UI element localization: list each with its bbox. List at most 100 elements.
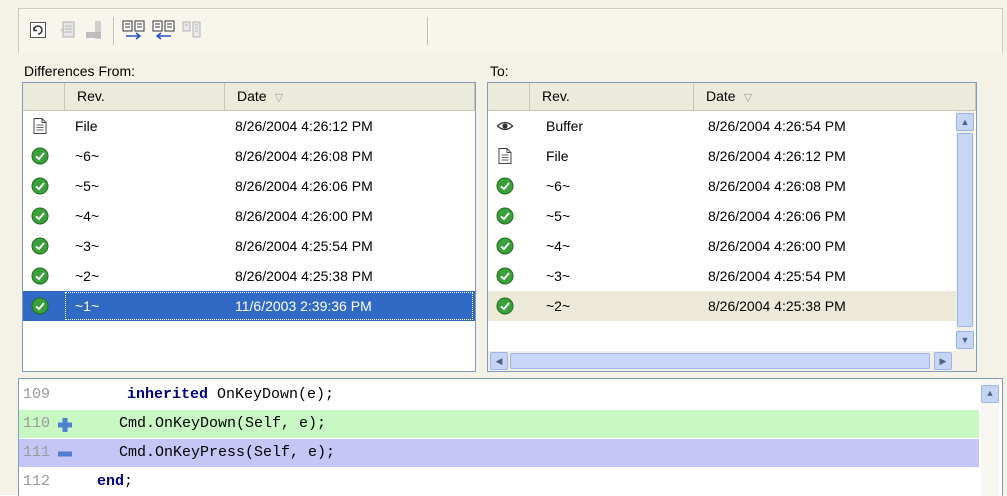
sort-descending-icon: ▽: [743, 92, 753, 104]
rev-column-header[interactable]: Rev.: [530, 83, 694, 110]
revision-row[interactable]: ~5~ 8/26/2004 4:26:06 PM: [23, 171, 475, 201]
revision-row[interactable]: ~4~ 8/26/2004 4:26:00 PM: [488, 231, 956, 261]
revision-row[interactable]: File 8/26/2004 4:26:12 PM: [488, 141, 956, 171]
code-rest: Cmd.OnKeyPress(Self, e);: [119, 444, 336, 461]
revision-icon: [31, 207, 49, 225]
revision-icon: [31, 177, 49, 195]
revision-row[interactable]: ~6~ 8/26/2004 4:26:08 PM: [23, 141, 475, 171]
checkin-button[interactable]: [81, 17, 107, 43]
vertical-scrollbar[interactable]: ▲ ▼: [956, 111, 974, 351]
revision-icon: [496, 237, 514, 255]
merge-button[interactable]: [179, 17, 205, 43]
line-number: 110: [23, 415, 51, 432]
scroll-thumb[interactable]: [957, 133, 973, 327]
revert-icon: [60, 21, 75, 38]
pane-gutter: [978, 82, 1000, 370]
toolbar: [18, 8, 1003, 53]
revision-name: ~4~: [75, 208, 100, 224]
revision-row[interactable]: ~1~ 11/6/2003 2:39:36 PM: [23, 291, 475, 321]
revision-icon: [31, 147, 49, 165]
sort-descending-icon: ▽: [274, 92, 284, 104]
refresh-button[interactable]: [25, 17, 51, 43]
revision-icon: [496, 177, 514, 195]
code-rest: Cmd.OnKeyDown(Self, e);: [119, 415, 327, 432]
icon-column-header[interactable]: [488, 83, 530, 110]
code-text: end;: [97, 468, 133, 496]
revision-name: ~6~: [75, 148, 100, 164]
added-code-line[interactable]: 110 Cmd.OnKeyDown(Self, e);: [19, 410, 979, 438]
scroll-thumb[interactable]: [510, 353, 930, 369]
revision-row[interactable]: Buffer 8/26/2004 4:26:54 PM: [488, 111, 956, 141]
focus-rectangle: [65, 292, 473, 320]
revision-icon: [496, 297, 514, 315]
date-column-label: Date: [706, 88, 736, 104]
toolbar-separator: [113, 17, 115, 45]
revision-name: ~3~: [75, 238, 100, 254]
line-number: 109: [23, 386, 51, 403]
revision-row[interactable]: ~6~ 8/26/2004 4:26:08 PM: [488, 171, 956, 201]
code-vertical-scrollbar[interactable]: ▲: [981, 379, 999, 496]
revision-date: 8/26/2004 4:26:54 PM: [708, 118, 846, 134]
differences-from-label: Differences From:: [24, 63, 135, 79]
revision-date: 8/26/2004 4:26:06 PM: [708, 208, 846, 224]
horizontal-scrollbar[interactable]: ◀ ▶: [488, 351, 976, 371]
code-text: Cmd.OnKeyDown(Self, e);: [119, 410, 326, 438]
revision-date: 8/26/2004 4:26:08 PM: [708, 178, 846, 194]
date-column-header[interactable]: Date ▽: [694, 83, 976, 110]
date-column-label: Date: [237, 88, 267, 104]
revision-date: 8/26/2004 4:26:08 PM: [235, 148, 373, 164]
revision-icon: [31, 297, 49, 315]
revision-date: 8/26/2004 4:26:06 PM: [235, 178, 373, 194]
revision-row[interactable]: ~4~ 8/26/2004 4:26:00 PM: [23, 201, 475, 231]
differences-from-grid[interactable]: Rev. Date ▽ File 8/26/2004 4:26:12 PM ~6~ 8/…: [22, 82, 476, 372]
revision-icon: [496, 207, 514, 225]
code-keyword: end: [97, 473, 125, 490]
code-text: inherited OnKeyDown(e);: [127, 381, 334, 409]
revision-name: ~4~: [546, 238, 571, 254]
code-line[interactable]: 109 inherited OnKeyDown(e);: [19, 381, 979, 409]
rev-column-header[interactable]: Rev.: [65, 83, 225, 110]
scroll-down-button[interactable]: ▼: [956, 331, 974, 349]
revision-name: File: [546, 148, 569, 164]
to-label: To:: [490, 63, 509, 79]
revision-name: ~5~: [75, 178, 100, 194]
revision-date: 8/26/2004 4:25:38 PM: [235, 268, 373, 284]
to-grid[interactable]: Rev. Date ▽ Buffer 8/26/2004 4:26:54 PM Fil…: [487, 82, 977, 372]
diff-code-view[interactable]: 109 inherited OnKeyDown(e); 110 Cmd.OnKeyDo…: [18, 378, 1003, 496]
code-rest: OnKeyDown(e);: [208, 386, 335, 403]
file-icon: [31, 117, 49, 135]
revision-row[interactable]: ~3~ 8/26/2004 4:25:54 PM: [488, 261, 956, 291]
revision-row[interactable]: File 8/26/2004 4:26:12 PM: [23, 111, 475, 141]
revert-button[interactable]: [55, 17, 81, 43]
revision-name: ~5~: [546, 208, 571, 224]
file-icon: [496, 147, 514, 165]
date-column-header[interactable]: Date ▽: [225, 83, 475, 110]
code-rest: ;: [124, 473, 134, 490]
code-keyword: inherited: [127, 386, 209, 403]
previous-difference-icon: [152, 20, 175, 40]
revision-name: ~6~: [546, 178, 571, 194]
line-number: 111: [23, 444, 51, 461]
scroll-up-button[interactable]: ▲: [956, 113, 974, 131]
revision-name: File: [75, 118, 98, 134]
previous-difference-button[interactable]: [151, 17, 177, 43]
icon-column-header[interactable]: [23, 83, 65, 110]
revision-row[interactable]: ~5~ 8/26/2004 4:26:06 PM: [488, 201, 956, 231]
next-difference-icon: [122, 20, 145, 40]
diff-window: Differences From: Rev. Date ▽ File 8/26/20…: [0, 0, 1007, 496]
revision-date: 8/26/2004 4:26:00 PM: [708, 238, 846, 254]
revision-row[interactable]: ~2~ 8/26/2004 4:25:38 PM: [23, 261, 475, 291]
buffer-eye-icon: [496, 117, 514, 135]
merge-icon: [182, 21, 201, 38]
revision-icon: [31, 237, 49, 255]
removed-code-line[interactable]: 111 Cmd.OnKeyPress(Self, e);: [19, 439, 979, 467]
scroll-up-button[interactable]: ▲: [981, 385, 999, 403]
scroll-left-button[interactable]: ◀: [490, 352, 508, 370]
revision-row[interactable]: ~2~ 8/26/2004 4:25:38 PM: [488, 291, 956, 321]
scroll-right-button[interactable]: ▶: [934, 352, 952, 370]
code-line[interactable]: 112 end;: [19, 468, 979, 496]
line-number: 112: [23, 473, 51, 490]
revision-date: 8/26/2004 4:25:38 PM: [708, 298, 846, 314]
next-difference-button[interactable]: [121, 17, 147, 43]
revision-row[interactable]: ~3~ 8/26/2004 4:25:54 PM: [23, 231, 475, 261]
